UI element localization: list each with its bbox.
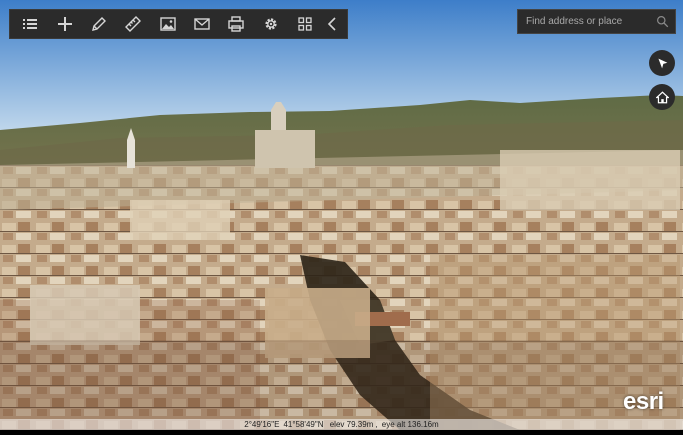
measure-button[interactable] [116,10,150,38]
chevron-left-icon [328,17,336,31]
esri-logo: esri [623,388,664,415]
basemap-button[interactable] [151,10,185,38]
pencil-icon [91,17,106,31]
elevation-readout: elev 79.39m [329,420,374,429]
grid-icon [298,17,312,31]
printer-icon [228,16,245,32]
collapse-button[interactable] [322,10,344,38]
coordinate-status-bar: 2°49'16"E 41°58'49"N elev 79.39m, eye alt… [0,419,683,430]
print-button[interactable] [219,10,253,38]
navigation-button[interactable] [649,50,675,76]
longitude-readout: 2°49'16"E [244,420,280,429]
search-box [517,9,676,34]
add-button[interactable] [47,10,81,38]
eye-altitude-readout: eye alt 136.16m [381,420,439,429]
search-input[interactable] [518,10,652,33]
home-button[interactable] [649,84,675,110]
search-icon[interactable] [656,15,669,28]
plus-icon [57,17,72,31]
envelope-icon [194,18,210,30]
share-button[interactable] [185,10,219,38]
ruler-icon [125,16,142,32]
map-3d-view[interactable] [0,0,683,430]
latitude-readout: 41°58'49"N [283,420,324,429]
list-icon [23,19,38,29]
home-icon [655,90,669,103]
image-icon [159,17,176,31]
city-scene [0,0,683,430]
compass-arrow-icon [657,58,667,68]
settings-button[interactable] [254,10,288,38]
apps-button[interactable] [288,10,322,38]
gear-icon [265,18,277,30]
sketch-button[interactable] [82,10,116,38]
toolbar [9,9,348,39]
layer-list-button[interactable] [13,10,47,38]
